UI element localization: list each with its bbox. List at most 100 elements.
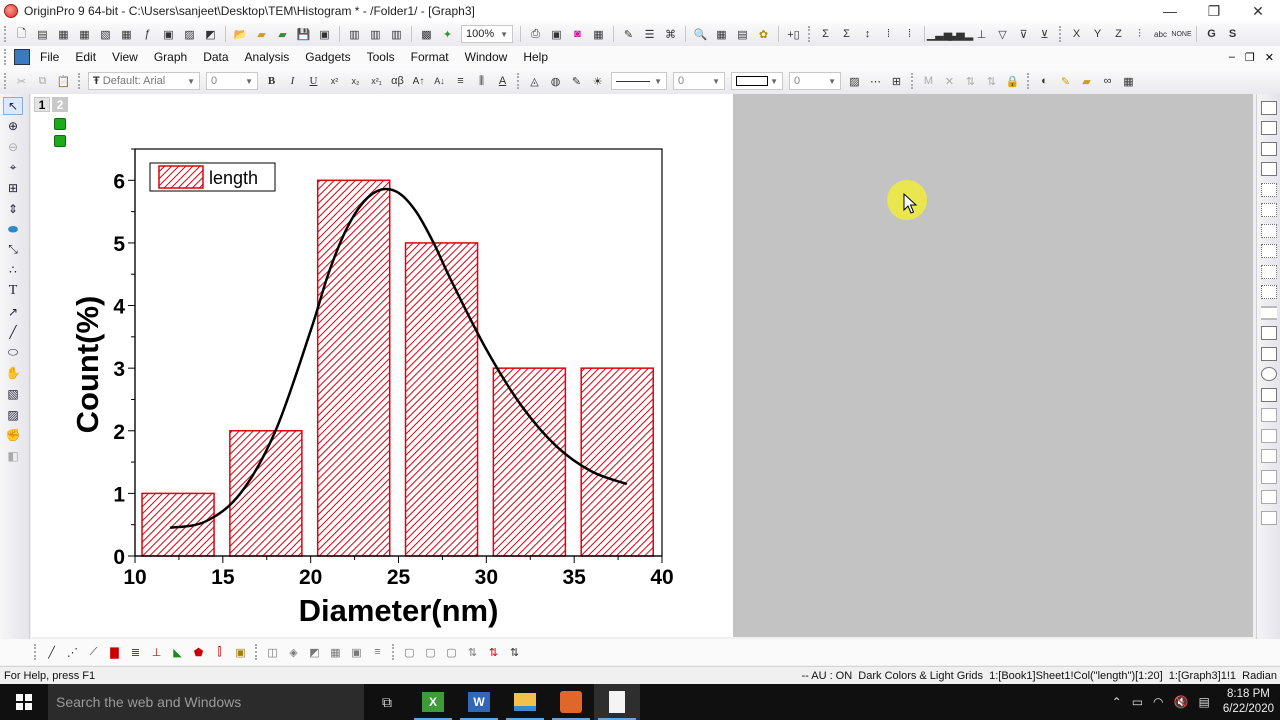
- slideshow-icon[interactable]: ▣: [549, 26, 565, 42]
- graph-window[interactable]: 1 2 10 15 20 25 30 35 40 0123456 Diameter(nm) …: [31, 94, 733, 637]
- scatter-plot-icon[interactable]: ⋰: [65, 644, 81, 660]
- move-up-icon[interactable]: ⇅: [963, 73, 979, 89]
- arrow-tool-icon[interactable]: ↗: [3, 303, 23, 321]
- new-graph-icon[interactable]: ▧: [98, 26, 114, 42]
- border-style-combo[interactable]: ▼: [731, 72, 783, 90]
- wifi-icon[interactable]: ◠: [1153, 695, 1163, 709]
- line-symbol-plot-icon[interactable]: ⟋: [86, 644, 102, 660]
- recalculate-icon[interactable]: ▩: [419, 26, 435, 42]
- taskbar-origin[interactable]: [594, 684, 640, 720]
- bold-button[interactable]: B: [264, 73, 280, 89]
- child-restore-button[interactable]: ❐: [1245, 51, 1255, 64]
- set-error-icon[interactable]: ⫶: [1132, 26, 1148, 42]
- fill-color-icon[interactable]: ◬: [527, 73, 543, 89]
- align-center-v-icon[interactable]: [1261, 490, 1277, 504]
- layer-4-icon[interactable]: [1261, 162, 1277, 176]
- border-width-combo[interactable]: 0 ▼: [789, 72, 841, 90]
- sum-row-icon[interactable]: Σ: [839, 26, 855, 42]
- film-icon[interactable]: ▦: [591, 26, 607, 42]
- results-log-icon[interactable]: ▦: [714, 26, 730, 42]
- multi-curve-icon[interactable]: ≣: [128, 644, 144, 660]
- tag-icon[interactable]: ✎: [1058, 73, 1074, 89]
- taskbar-recorder[interactable]: [548, 684, 594, 720]
- add-column-icon[interactable]: +▯: [786, 26, 802, 42]
- save-icon[interactable]: 💾: [296, 26, 312, 42]
- italic-button[interactable]: I: [285, 73, 301, 89]
- menu-window[interactable]: Window: [457, 46, 516, 68]
- rescale-icon[interactable]: [1261, 100, 1277, 115]
- add-axis-icon[interactable]: ⇅: [465, 644, 481, 660]
- legend[interactable]: length: [149, 162, 276, 192]
- axis-top-icon[interactable]: [1261, 203, 1277, 217]
- new-matrix-icon[interactable]: ▦: [119, 26, 135, 42]
- graph-object-tool-icon[interactable]: ▨: [3, 406, 23, 424]
- script-window-icon[interactable]: ▤: [735, 26, 751, 42]
- histogram-bar[interactable]: [404, 242, 479, 557]
- child-close-button[interactable]: ✕: [1265, 51, 1274, 64]
- cut-icon[interactable]: ✂: [14, 73, 30, 89]
- clock-icon[interactable]: [1261, 367, 1277, 381]
- add-scale-icon[interactable]: ⇅: [507, 644, 523, 660]
- image-plot-icon[interactable]: ▣: [349, 644, 365, 660]
- battery-icon[interactable]: ▭: [1132, 695, 1143, 709]
- sum-column-icon[interactable]: Σ: [818, 26, 834, 42]
- link-icon[interactable]: ∞: [1100, 73, 1116, 89]
- column-stats-icon[interactable]: ▃▅▂: [948, 26, 973, 42]
- layer-lock-icon[interactable]: [54, 118, 66, 130]
- export-graph-icon[interactable]: ◙: [570, 26, 586, 42]
- lines-icon[interactable]: [1261, 305, 1277, 320]
- font-size-combo[interactable]: 0 ▼: [206, 72, 258, 90]
- 3d-rotate-tool-icon[interactable]: ◧: [3, 447, 23, 465]
- menu-view[interactable]: View: [104, 46, 146, 68]
- contour-icon[interactable]: ▦: [328, 644, 344, 660]
- plugin-icon[interactable]: ✿: [756, 26, 772, 42]
- font-combo[interactable]: Ŧ Default: Arial ▼: [88, 72, 200, 90]
- ellipse-tool-icon[interactable]: ⬭: [3, 344, 23, 362]
- decrease-font-button[interactable]: A↓: [432, 73, 448, 89]
- restore-button[interactable]: ❐: [1192, 0, 1236, 22]
- line-color-icon[interactable]: ✎: [569, 73, 585, 89]
- distribute-icon[interactable]: ⫼: [474, 73, 490, 89]
- task-view-button[interactable]: ⧉: [364, 684, 410, 720]
- layer-lock-icon[interactable]: [54, 135, 66, 147]
- text-tool-icon[interactable]: T: [3, 282, 23, 300]
- fill-random-icon[interactable]: ⁞: [902, 26, 918, 42]
- underline-button[interactable]: U: [306, 73, 322, 89]
- sort-icon[interactable]: ↕: [860, 26, 876, 42]
- line-plot-icon[interactable]: ╱: [44, 644, 60, 660]
- layer-tab-1[interactable]: 1: [34, 97, 50, 112]
- histogram-chart[interactable]: 10 15 20 25 30 35 40 0123456 Diameter(nm) Coun…: [31, 94, 733, 637]
- align-center-h-icon[interactable]: [1261, 510, 1277, 525]
- menu-data[interactable]: Data: [195, 46, 236, 68]
- taskbar-excel[interactable]: X: [410, 684, 456, 720]
- project-explorer-icon[interactable]: ⌘: [663, 26, 679, 42]
- set-none-icon[interactable]: NONE: [1171, 26, 1191, 42]
- filter-icon[interactable]: ▽: [995, 26, 1011, 42]
- new-layout-icon[interactable]: ▣: [161, 26, 177, 42]
- set-group-icon[interactable]: G: [1204, 26, 1220, 42]
- menu-tools[interactable]: Tools: [359, 46, 403, 68]
- histogram-bar[interactable]: [492, 367, 567, 557]
- layer-add-icon[interactable]: [1261, 121, 1277, 135]
- zoom-out-tool-icon[interactable]: ⊖: [3, 138, 23, 156]
- minimize-button[interactable]: —: [1148, 0, 1192, 22]
- new-3d-icon[interactable]: ◩: [203, 26, 219, 42]
- align-icon[interactable]: ≡: [453, 73, 469, 89]
- taskbar-search[interactable]: Search the web and Windows: [48, 684, 364, 720]
- set-y-icon[interactable]: Y: [1090, 26, 1106, 42]
- reapply-filter-icon[interactable]: ⊻: [1037, 26, 1053, 42]
- paste-icon[interactable]: 📋: [56, 73, 72, 89]
- axis-right-icon[interactable]: [1261, 223, 1277, 238]
- data-selector-tool-icon[interactable]: ⇕: [3, 200, 23, 218]
- align-top-icon[interactable]: [1261, 408, 1277, 422]
- histogram-bar[interactable]: [316, 179, 391, 557]
- statistics-plot-icon[interactable]: ⊥: [149, 644, 165, 660]
- taskbar-word[interactable]: W: [456, 684, 502, 720]
- column-plot-icon[interactable]: ▇: [107, 644, 123, 660]
- mask-icon[interactable]: M: [921, 73, 937, 89]
- equation-tool-icon[interactable]: ▧: [3, 385, 23, 403]
- new-workbook-icon[interactable]: ▦: [56, 26, 72, 42]
- menu-format[interactable]: Format: [403, 46, 457, 68]
- pattern-color-icon[interactable]: ◍: [548, 73, 564, 89]
- new-folder-icon[interactable]: ▤: [35, 26, 51, 42]
